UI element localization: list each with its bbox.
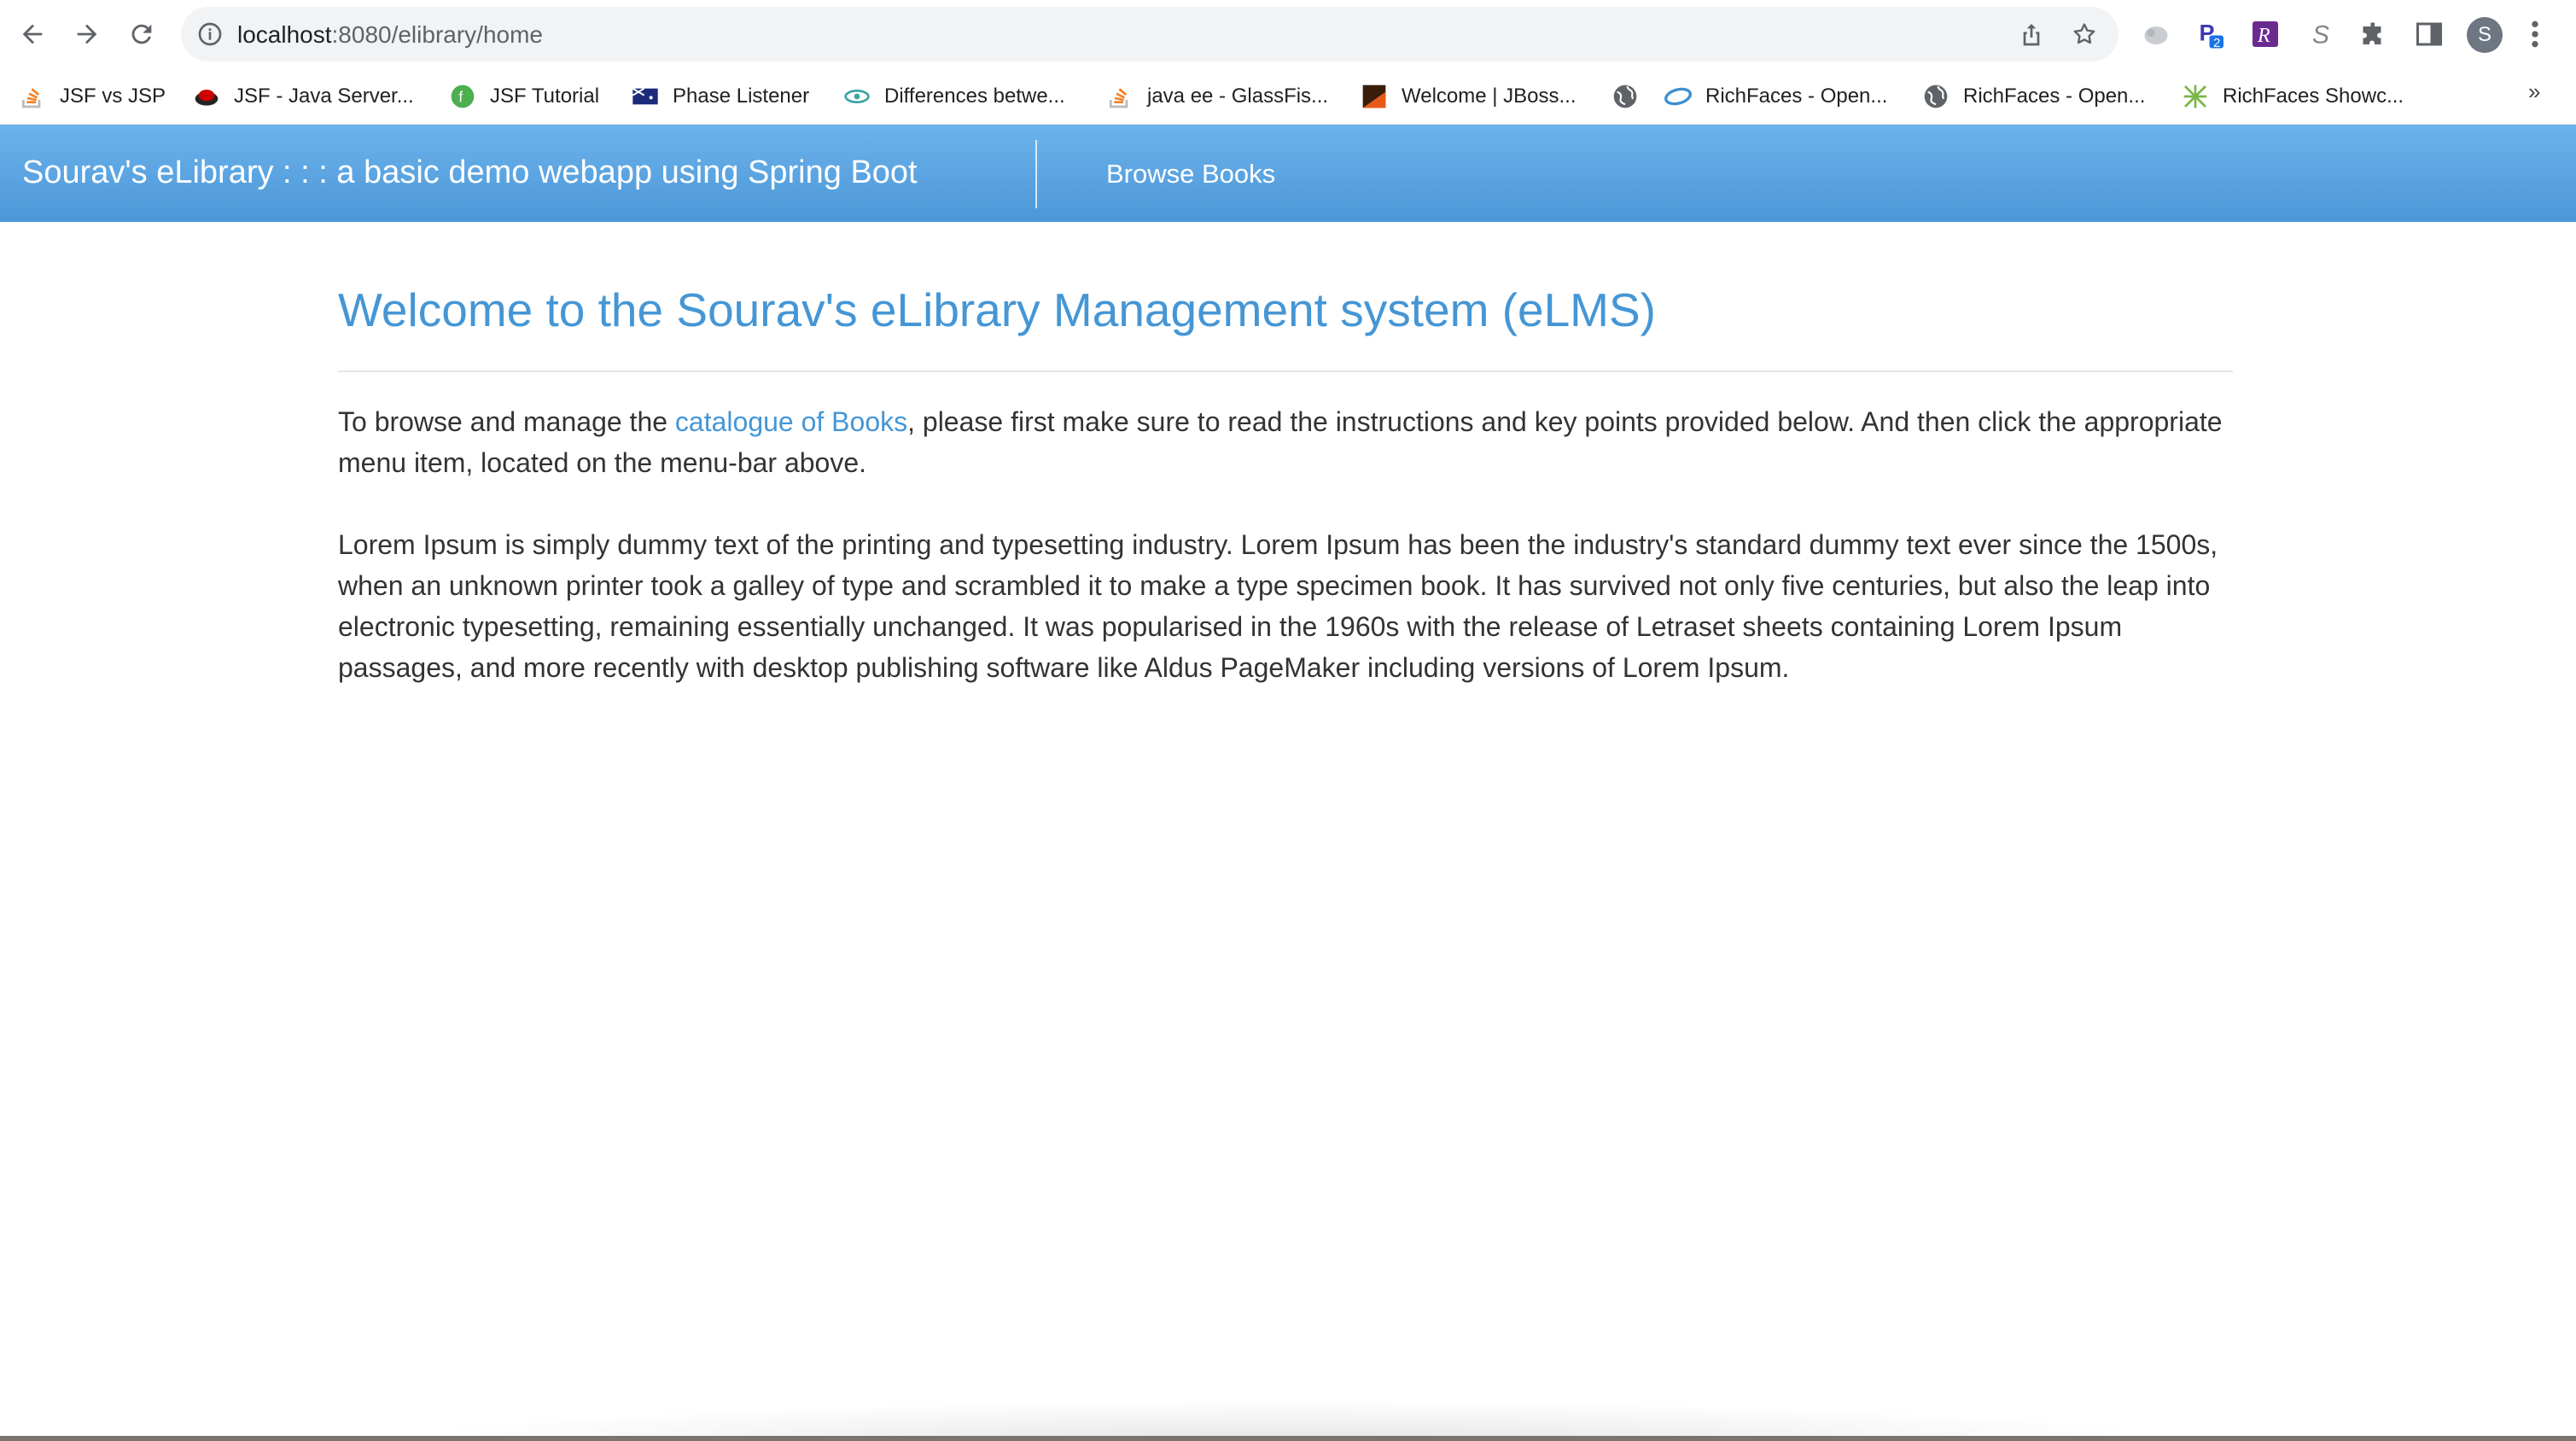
bookmark-label: java ee - GlassFis... — [1147, 85, 1329, 108]
intro-text-start: To browse and manage the — [338, 406, 675, 437]
profile-avatar[interactable]: S — [2467, 17, 2503, 53]
eye-icon — [844, 90, 870, 103]
bookmark-item[interactable] — [1611, 80, 1652, 113]
bookmark-label: Differences betwe... — [884, 85, 1065, 108]
bookmark-label: JSF vs JSP — [60, 85, 166, 108]
bookmark-label: RichFaces - Open... — [1705, 85, 1888, 108]
bookmark-item[interactable]: JSF vs JSP — [19, 80, 166, 113]
jboss-icon — [1362, 85, 1386, 108]
browse-books-link[interactable]: Browse Books — [1106, 159, 1275, 190]
stackoverflow-icon — [1110, 88, 1128, 108]
catalogue-link[interactable]: catalogue of Books — [675, 406, 907, 437]
bookmark-item[interactable]: JSF - Java Server... — [193, 80, 414, 113]
richfaces-showcase-icon — [2183, 85, 2207, 108]
address-bar[interactable]: localhost:8080/elibrary/home — [181, 7, 2118, 61]
bookmark-item[interactable]: RichFaces - Open... — [1664, 80, 1887, 113]
globe-icon — [1924, 85, 1948, 108]
svg-text:f: f — [458, 89, 463, 106]
url-host: localhost — [237, 21, 332, 48]
p-extension-icon[interactable]: P 2 — [2194, 17, 2228, 51]
window-bottom-edge — [0, 1436, 2576, 1441]
puzzle-extensions-icon[interactable] — [2357, 17, 2392, 51]
globe-icon — [1613, 85, 1637, 108]
reload-button[interactable] — [119, 12, 164, 56]
forward-button[interactable] — [65, 12, 109, 56]
lorem-paragraph: Lorem Ipsum is simply dummy text of the … — [338, 529, 2218, 683]
extension-badge: 2 — [2213, 36, 2221, 50]
url-text[interactable]: localhost:8080/elibrary/home — [237, 21, 543, 49]
flag-icon — [632, 87, 658, 105]
green-leaf-icon: f — [451, 85, 475, 108]
star-icon[interactable] — [2071, 20, 2098, 48]
bookmark-label: RichFaces Showc... — [2223, 85, 2404, 108]
bookmark-item[interactable]: RichFaces - Open... — [1922, 80, 2145, 113]
bookmarks-overflow-chevron-icon[interactable]: » — [2528, 79, 2540, 105]
info-icon[interactable] — [196, 20, 224, 48]
arrow-right-icon — [77, 24, 97, 44]
bookmark-label: JSF - Java Server... — [234, 85, 414, 108]
svg-text:R: R — [2257, 25, 2270, 47]
bookmark-item[interactable]: f JSF Tutorial — [449, 80, 599, 113]
more-vert-icon[interactable] — [2525, 17, 2545, 51]
bottom-shadow — [393, 1400, 2185, 1441]
richfaces-icon — [1664, 87, 1692, 106]
s-extension-icon[interactable]: S — [2303, 17, 2337, 51]
elephant-extension-icon[interactable] — [2139, 17, 2173, 51]
bookmark-label: Phase Listener — [673, 85, 810, 108]
title-divider — [338, 370, 2233, 372]
bookmark-item[interactable]: java ee - GlassFis... — [1106, 80, 1328, 113]
side-panel-icon[interactable] — [2412, 17, 2446, 51]
navbar-divider — [1035, 140, 1037, 208]
redhat-icon — [195, 90, 219, 106]
main-content: Welcome to the Sourav's eLibrary Managem… — [338, 282, 2233, 688]
bookmark-item[interactable]: RichFaces Showc... — [2182, 80, 2404, 113]
bookmark-label: Welcome | JBoss... — [1402, 85, 1576, 108]
svg-text:S: S — [2312, 21, 2329, 50]
bookmark-item[interactable]: Welcome | JBoss... — [1361, 80, 1576, 113]
bookmarks-bar: JSF vs JSP JSF - Java Server... f JSF Tu… — [0, 68, 2576, 125]
reload-icon — [131, 24, 152, 44]
r-extension-icon[interactable]: R — [2248, 17, 2282, 51]
page-title: Welcome to the Sourav's eLibrary Managem… — [338, 283, 1657, 336]
bookmark-label: JSF Tutorial — [490, 85, 600, 108]
back-button[interactable] — [10, 12, 55, 56]
url-path: :8080/elibrary/home — [331, 21, 543, 48]
share-icon[interactable] — [2018, 20, 2045, 48]
intro-paragraph: To browse and manage the catalogue of Bo… — [338, 401, 2233, 483]
arrow-left-icon — [22, 24, 43, 44]
brand-title[interactable]: Sourav's eLibrary : : : a basic demo web… — [22, 155, 918, 191]
stackoverflow-icon — [22, 88, 41, 108]
bookmark-label: RichFaces - Open... — [1963, 85, 2146, 108]
browser-toolbar: localhost:8080/elibrary/home P 2 R S S — [0, 0, 2576, 68]
bookmark-item[interactable]: Phase Listener — [632, 80, 809, 113]
app-navbar: Sourav's eLibrary : : : a basic demo web… — [0, 125, 2576, 222]
bookmark-item[interactable]: Differences betwe... — [843, 80, 1065, 113]
